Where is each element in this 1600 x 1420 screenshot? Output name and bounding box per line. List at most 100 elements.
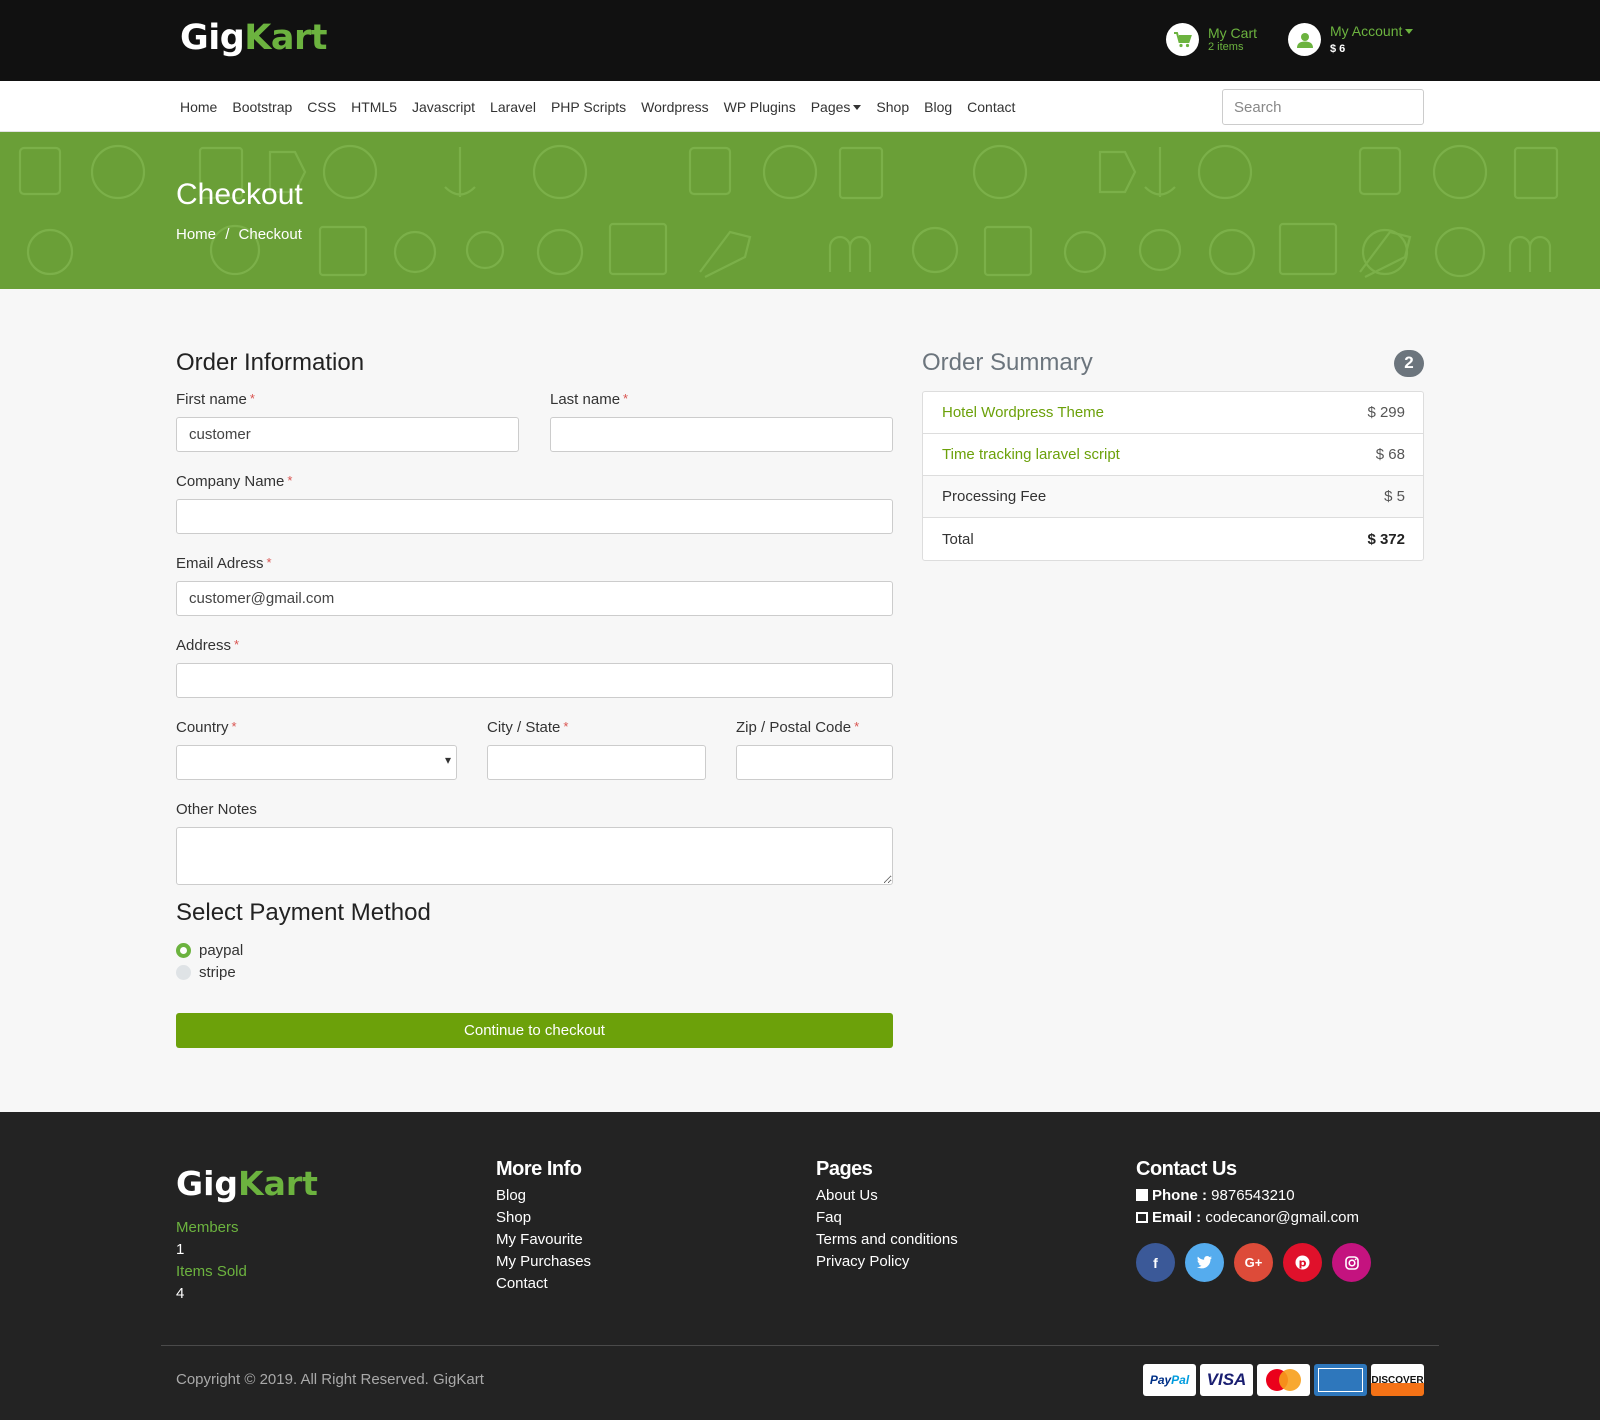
google-plus-icon[interactable]: G+ (1234, 1243, 1273, 1282)
nav-item-blog[interactable]: Blog (924, 99, 952, 115)
summary-item-price: $ 299 (1367, 404, 1405, 421)
order-summary-title: Order Summary (922, 349, 1093, 376)
country-select[interactable] (176, 745, 457, 780)
account-balance: $ 6 (1330, 42, 1346, 55)
other-notes-label: Other Notes (176, 801, 257, 818)
nav-item-wordpress[interactable]: Wordpress (641, 99, 708, 115)
pages-heading: Pages (816, 1158, 873, 1180)
company-name-label: Company Name * (176, 473, 293, 490)
discover-icon: DISCOVER (1371, 1364, 1424, 1396)
footer-link-privacy[interactable]: Privacy Policy (816, 1251, 958, 1273)
chevron-down-icon (1405, 29, 1414, 35)
breadcrumb-current: Checkout (238, 226, 302, 243)
footer-link-blog[interactable]: Blog (496, 1185, 591, 1207)
email-field[interactable]: customer@gmail.com (176, 581, 893, 616)
summary-item-name[interactable]: Time tracking laravel script (942, 446, 1120, 463)
items-sold-label: Items Sold (176, 1263, 247, 1280)
email-label: Email Adress * (176, 555, 272, 572)
zip-code-field[interactable] (736, 745, 893, 780)
summary-item-name[interactable]: Hotel Wordpress Theme (942, 404, 1104, 421)
cart-icon (1166, 23, 1199, 56)
nav-item-shop[interactable]: Shop (876, 99, 909, 115)
nav-item-bootstrap[interactable]: Bootstrap (232, 99, 292, 115)
summary-list: Hotel Wordpress Theme $ 299 Time trackin… (922, 391, 1424, 561)
city-state-field[interactable] (487, 745, 706, 780)
mastercard-icon (1257, 1364, 1310, 1396)
radio-unselected-icon (176, 964, 191, 980)
total-value: $ 372 (1367, 530, 1405, 548)
footer-contact-column: Contact Us Phone : 9876543210 Email : co… (1136, 1158, 1381, 1282)
footer-divider (161, 1345, 1439, 1346)
payment-methods: Pay Pal VISA DISCOVER (1139, 1364, 1424, 1396)
nav-item-laravel[interactable]: Laravel (490, 99, 536, 115)
processing-fee-label: Processing Fee (942, 488, 1047, 505)
footer-logo[interactable]: GigKart (176, 1164, 318, 1203)
cart-widget[interactable]: My Cart 2 items (1166, 23, 1257, 56)
visa-icon: VISA (1200, 1364, 1253, 1396)
more-info-heading: More Info (496, 1158, 582, 1180)
nav-item-css[interactable]: CSS (307, 99, 336, 115)
instagram-icon[interactable] (1332, 1243, 1371, 1282)
footer-pages-column: Pages About Us Faq Terms and conditions … (816, 1158, 958, 1273)
footer-link-shop[interactable]: Shop (496, 1207, 591, 1229)
svg-text:p: p (1299, 1257, 1307, 1270)
members-value: 1 (176, 1241, 185, 1258)
continue-to-checkout-button[interactable]: Continue to checkout (176, 1013, 893, 1048)
copyright-text: Copyright © 2019. All Right Reserved. Gi… (176, 1371, 484, 1388)
footer-link-terms[interactable]: Terms and conditions (816, 1229, 958, 1251)
processing-fee-value: $ 5 (1384, 488, 1405, 505)
order-information-form: Order Information First name * customer L… (176, 349, 893, 1048)
footer-link-contact[interactable]: Contact (496, 1273, 591, 1295)
payment-option-stripe[interactable]: stripe (176, 961, 893, 983)
nav-item-home[interactable]: Home (180, 99, 217, 115)
footer-link-faq[interactable]: Faq (816, 1207, 958, 1229)
nav-menu: Home Bootstrap CSS HTML5 Javascript Lara… (180, 81, 1030, 132)
nav-item-wp-plugins[interactable]: WP Plugins (724, 99, 796, 115)
breadcrumb-home[interactable]: Home (176, 226, 216, 243)
american-express-icon (1314, 1364, 1367, 1396)
first-name-field[interactable]: customer (176, 417, 519, 452)
account-widget[interactable]: My Account $ 6 (1288, 22, 1414, 56)
item-count-badge: 2 (1394, 349, 1424, 377)
nav-item-contact[interactable]: Contact (967, 99, 1015, 115)
radio-selected-icon (176, 942, 191, 958)
total-label: Total (942, 530, 974, 548)
address-field[interactable] (176, 663, 893, 698)
paypal-icon: Pay Pal (1143, 1364, 1196, 1396)
order-summary: Order Summary 2 Hotel Wordpress Theme $ … (922, 349, 1424, 561)
page-title: Checkout (176, 178, 303, 211)
site-logo[interactable]: GigKart (180, 18, 328, 58)
facebook-icon[interactable]: f (1136, 1243, 1175, 1282)
pinterest-icon[interactable]: p (1283, 1243, 1322, 1282)
nav-item-pages-label: Pages (810, 98, 851, 115)
last-name-field[interactable] (550, 417, 893, 452)
company-name-field[interactable] (176, 499, 893, 534)
footer-link-my-favourite[interactable]: My Favourite (496, 1229, 591, 1251)
breadcrumb-separator: / (225, 226, 230, 243)
footer-more-info-column: More Info Blog Shop My Favourite My Purc… (496, 1158, 591, 1295)
cart-title: My Cart (1208, 24, 1257, 41)
payment-method-title: Select Payment Method (176, 899, 431, 926)
site-footer: GigKart Members 1 Items Sold 4 More Info… (0, 1112, 1600, 1420)
cart-count: 2 items (1208, 40, 1244, 53)
search-input[interactable] (1222, 89, 1424, 125)
twitter-icon[interactable] (1185, 1243, 1224, 1282)
phone-icon (1136, 1189, 1148, 1201)
account-title: My Account (1330, 22, 1403, 39)
footer-link-about-us[interactable]: About Us (816, 1185, 958, 1207)
nav-item-html5[interactable]: HTML5 (351, 99, 397, 115)
nav-item-pages-dropdown[interactable]: Pages (811, 99, 862, 115)
main-navbar: Home Bootstrap CSS HTML5 Javascript Lara… (0, 81, 1600, 132)
city-state-label: City / State * (487, 719, 569, 736)
nav-item-javascript[interactable]: Javascript (412, 99, 475, 115)
payment-option-paypal[interactable]: paypal (176, 939, 893, 961)
footer-link-my-purchases[interactable]: My Purchases (496, 1251, 591, 1273)
zip-code-label: Zip / Postal Code * (736, 719, 860, 736)
nav-item-php-scripts[interactable]: PHP Scripts (551, 99, 626, 115)
contact-email: Email : codecanor@gmail.com (1136, 1207, 1381, 1229)
other-notes-textarea[interactable] (176, 827, 893, 885)
checkout-main: Order Information First name * customer L… (0, 289, 1600, 1112)
contact-phone: Phone : 9876543210 (1136, 1185, 1381, 1207)
last-name-label: Last name * (550, 391, 629, 408)
chevron-down-icon (853, 105, 862, 111)
